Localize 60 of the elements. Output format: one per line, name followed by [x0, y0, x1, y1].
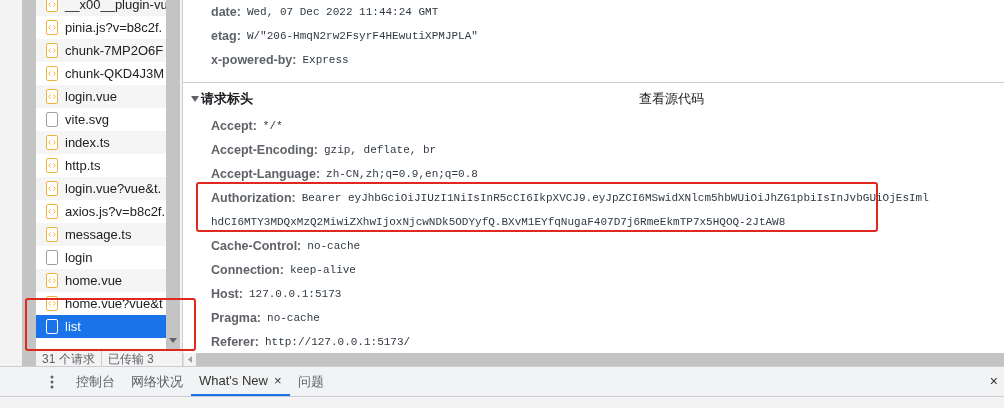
vertical-scrollbar[interactable] [22, 0, 36, 366]
view-source-link[interactable]: 查看源代码 [639, 88, 704, 109]
close-tab-button[interactable]: × [273, 370, 282, 391]
header-value: Wed, 07 Dec 2022 11:44:24 GMT [246, 4, 439, 20]
scroll-left-icon[interactable] [188, 356, 192, 363]
expand-arrow-icon[interactable] [191, 95, 199, 102]
header-name: Pragma: [211, 309, 262, 327]
script-file-icon [46, 273, 58, 288]
horizontal-scrollbar[interactable] [183, 353, 1004, 366]
header-name: Accept-Language: [211, 165, 321, 183]
request-item[interactable]: login.vue?vue&t. [36, 177, 166, 200]
script-file-icon [46, 204, 58, 219]
document-icon [46, 319, 58, 334]
drawer-tab[interactable]: 问题 [289, 367, 332, 396]
header-name: Accept: [211, 117, 257, 135]
header-value: Express [302, 52, 349, 68]
header-value: keep-alive [289, 262, 356, 278]
header-name: date: [211, 3, 241, 21]
header-name: Referer: [211, 333, 259, 351]
header-value: no-cache [307, 238, 361, 254]
drawer-tab[interactable]: 控制台 [68, 367, 123, 396]
header-name: Cache-Control: [211, 237, 302, 255]
header-name: Authorization: [211, 189, 296, 207]
header-value: no-cache [267, 310, 320, 326]
status-text: 31 个请求 [41, 351, 96, 366]
script-file-icon [46, 135, 58, 150]
more-options-icon[interactable] [50, 374, 54, 389]
script-file-icon [46, 0, 58, 12]
header-value: http://127.0.0.1:5173/ [264, 334, 411, 350]
document-icon [46, 112, 58, 127]
header-value: hdCI6MTY3MDQxMzQ2MiwiZXhwIjoxNjcwNDk5ODYyfQ.BXvM1EYfqNugaF407D7j6RmeEkmTP7x5HQOQ-2JtAW8 [211, 214, 786, 230]
header-value: 127.0.0.1:5173 [248, 286, 342, 302]
request-item[interactable]: login.vue [36, 85, 166, 108]
document-icon [46, 250, 58, 265]
header-value: gzip, deflate, br [323, 142, 437, 158]
section-title[interactable]: 请求标头 [201, 88, 253, 109]
script-file-icon [46, 181, 58, 196]
request-item[interactable]: index.ts [36, 131, 166, 154]
header-name: etag: [211, 27, 241, 45]
request-item[interactable]: list [36, 315, 166, 338]
request-item[interactable]: chunk-7MP2O6F [36, 39, 166, 62]
script-file-icon [46, 296, 58, 311]
script-file-icon [46, 20, 58, 35]
drawer-tab[interactable]: 网络状况 [123, 367, 191, 396]
header-name: Host: [211, 285, 243, 303]
header-name: Accept-Encoding: [211, 141, 318, 159]
close-drawer-button[interactable]: × [989, 371, 998, 392]
header-value: zh-CN,zh;q=0.9,en;q=0.8 [326, 166, 478, 182]
header-value: W/"206-HmqN2rw2FsyrF4HEwutiXPMJPLA" [246, 28, 478, 44]
header-value: */* [262, 118, 283, 134]
request-item[interactable]: message.ts [36, 223, 166, 246]
script-file-icon [46, 43, 58, 58]
request-item[interactable]: __x00__plugin-vu [36, 0, 166, 16]
header-name: x-powered-by: [211, 51, 297, 69]
script-file-icon [46, 89, 58, 104]
script-file-icon [46, 227, 58, 242]
header-name: Connection: [211, 261, 284, 279]
request-item[interactable]: home.vue [36, 269, 166, 292]
script-file-icon [46, 158, 58, 173]
script-file-icon [46, 66, 58, 81]
